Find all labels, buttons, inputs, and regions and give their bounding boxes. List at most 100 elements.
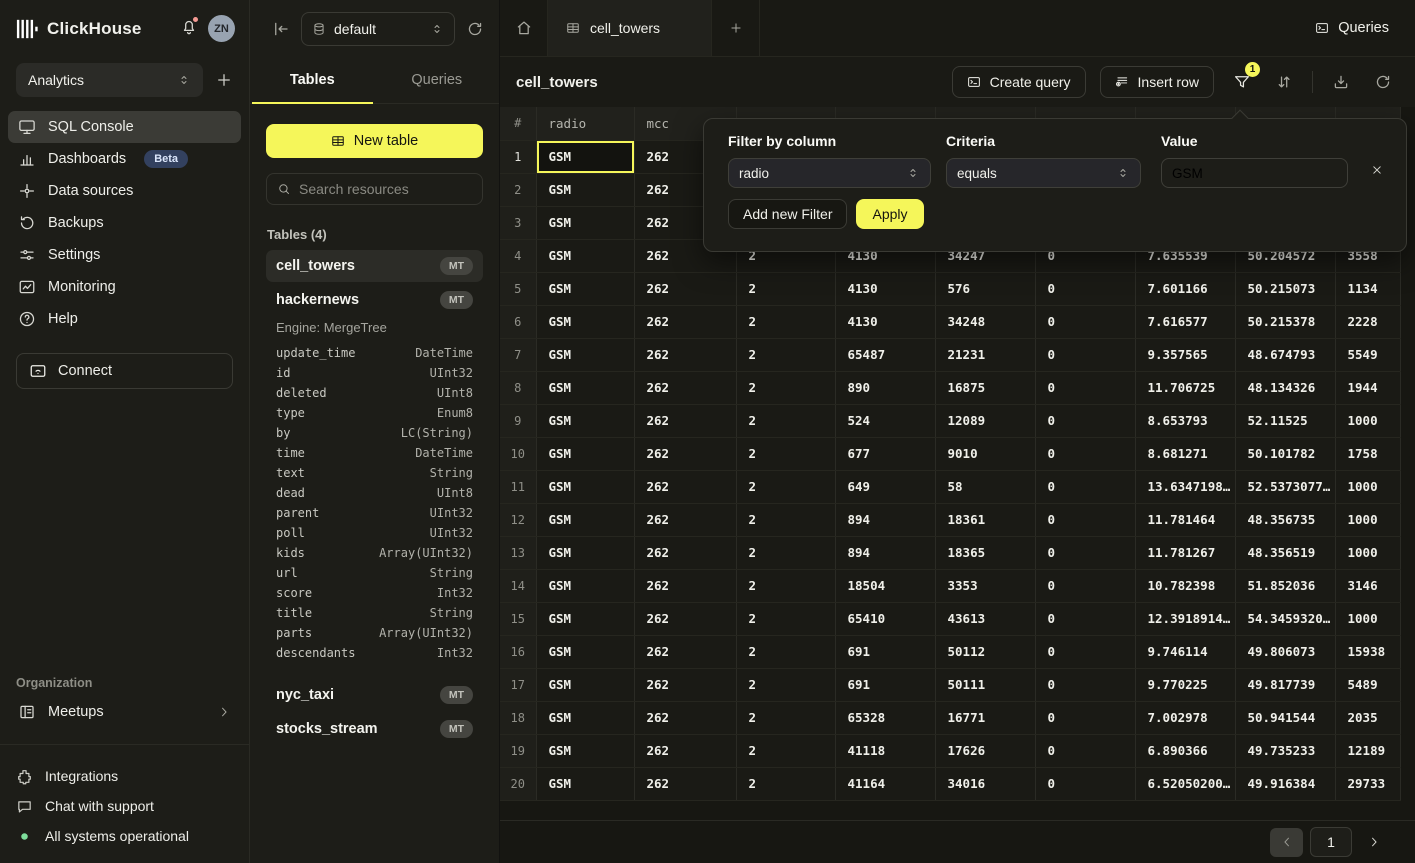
- table-item-stocks-stream[interactable]: stocks_stream MT: [266, 713, 483, 745]
- table-cell[interactable]: 16771: [935, 701, 1035, 734]
- table-cell[interactable]: 0: [1035, 734, 1135, 767]
- sidebar-item-dashboards[interactable]: DashboardsBeta: [8, 143, 241, 175]
- table-cell[interactable]: GSM: [536, 767, 634, 800]
- table-cell[interactable]: 894: [835, 536, 935, 569]
- remove-filter-button[interactable]: [1370, 163, 1384, 180]
- table-cell[interactable]: 3146: [1335, 569, 1400, 602]
- next-page-button[interactable]: [1359, 828, 1389, 857]
- table-cell[interactable]: 2: [736, 701, 835, 734]
- table-cell[interactable]: GSM: [536, 602, 634, 635]
- table-cell[interactable]: 65410: [835, 602, 935, 635]
- table-cell[interactable]: 0: [1035, 371, 1135, 404]
- tab-tables[interactable]: Tables: [250, 57, 375, 103]
- table-cell[interactable]: GSM: [536, 470, 634, 503]
- table-cell[interactable]: 4130: [835, 305, 935, 338]
- table-cell[interactable]: 0: [1035, 305, 1135, 338]
- table-cell[interactable]: GSM: [536, 206, 634, 239]
- filter-column-select[interactable]: radio: [728, 158, 931, 188]
- table-cell[interactable]: 576: [935, 272, 1035, 305]
- table-cell[interactable]: 4130: [835, 272, 935, 305]
- table-cell[interactable]: GSM: [536, 338, 634, 371]
- table-cell[interactable]: 50.215073: [1235, 272, 1335, 305]
- apply-filter-button[interactable]: Apply: [856, 199, 923, 229]
- table-cell[interactable]: 262: [634, 272, 736, 305]
- table-cell[interactable]: 0: [1035, 602, 1135, 635]
- table-cell[interactable]: 18361: [935, 503, 1035, 536]
- table-cell[interactable]: 677: [835, 437, 935, 470]
- table-cell[interactable]: 262: [634, 536, 736, 569]
- table-cell[interactable]: 894: [835, 503, 935, 536]
- table-cell[interactable]: 1134: [1335, 272, 1400, 305]
- sidebar-link-integrations[interactable]: Integrations: [0, 761, 249, 791]
- table-cell[interactable]: 0: [1035, 701, 1135, 734]
- table-cell[interactable]: 2: [736, 602, 835, 635]
- download-button[interactable]: [1327, 68, 1355, 96]
- table-cell[interactable]: 1758: [1335, 437, 1400, 470]
- table-cell[interactable]: 18365: [935, 536, 1035, 569]
- table-cell[interactable]: 0: [1035, 503, 1135, 536]
- table-cell[interactable]: 10.782398: [1135, 569, 1235, 602]
- table-cell[interactable]: GSM: [536, 536, 634, 569]
- table-cell[interactable]: 11.781267: [1135, 536, 1235, 569]
- table-cell[interactable]: 1000: [1335, 536, 1400, 569]
- table-cell[interactable]: GSM: [536, 239, 634, 272]
- table-cell[interactable]: 262: [634, 767, 736, 800]
- table-cell[interactable]: 48.356519: [1235, 536, 1335, 569]
- current-page[interactable]: 1: [1310, 827, 1352, 857]
- table-cell[interactable]: 2: [736, 767, 835, 800]
- table-cell[interactable]: 13.6347198…: [1135, 470, 1235, 503]
- queries-button[interactable]: Queries: [1315, 0, 1389, 56]
- table-cell[interactable]: 9.770225: [1135, 668, 1235, 701]
- table-cell[interactable]: 262: [634, 734, 736, 767]
- table-cell[interactable]: 1000: [1335, 503, 1400, 536]
- sidebar-item-meetups[interactable]: Meetups: [8, 696, 241, 728]
- table-cell[interactable]: 6.890366: [1135, 734, 1235, 767]
- table-cell[interactable]: 34248: [935, 305, 1035, 338]
- add-service-button[interactable]: [215, 71, 233, 89]
- table-cell[interactable]: GSM: [536, 173, 634, 206]
- table-cell[interactable]: 0: [1035, 569, 1135, 602]
- table-cell[interactable]: 9.357565: [1135, 338, 1235, 371]
- table-cell[interactable]: 50111: [935, 668, 1035, 701]
- table-cell[interactable]: 50.215378: [1235, 305, 1335, 338]
- sort-button[interactable]: [1270, 68, 1298, 96]
- connect-button[interactable]: Connect: [16, 353, 233, 389]
- sidebar-item-data-sources[interactable]: Data sources: [8, 175, 241, 207]
- table-cell[interactable]: 7.616577: [1135, 305, 1235, 338]
- table-cell[interactable]: 691: [835, 635, 935, 668]
- table-cell[interactable]: 12089: [935, 404, 1035, 437]
- home-tab[interactable]: [500, 0, 548, 56]
- sidebar-item-help[interactable]: Help: [8, 303, 241, 335]
- table-cell[interactable]: 524: [835, 404, 935, 437]
- table-cell[interactable]: 41164: [835, 767, 935, 800]
- table-cell[interactable]: 51.852036: [1235, 569, 1335, 602]
- table-cell[interactable]: 262: [634, 338, 736, 371]
- table-cell[interactable]: 52.11525: [1235, 404, 1335, 437]
- table-cell[interactable]: 262: [634, 701, 736, 734]
- table-cell[interactable]: 58: [935, 470, 1035, 503]
- table-cell[interactable]: 52.5373077…: [1235, 470, 1335, 503]
- table-cell[interactable]: 9.746114: [1135, 635, 1235, 668]
- table-cell[interactable]: 262: [634, 404, 736, 437]
- table-cell[interactable]: 262: [634, 602, 736, 635]
- table-item-cell-towers[interactable]: cell_towers MT: [266, 250, 483, 282]
- table-cell[interactable]: 21231: [935, 338, 1035, 371]
- table-cell[interactable]: 2: [736, 305, 835, 338]
- table-cell[interactable]: 12.3918914…: [1135, 602, 1235, 635]
- table-cell[interactable]: 48.134326: [1235, 371, 1335, 404]
- table-cell[interactable]: 2: [736, 404, 835, 437]
- new-tab-button[interactable]: [712, 0, 760, 56]
- filter-button[interactable]: 1: [1228, 68, 1256, 96]
- filter-criteria-select[interactable]: equals: [946, 158, 1141, 188]
- table-cell[interactable]: 50.101782: [1235, 437, 1335, 470]
- table-cell[interactable]: GSM: [536, 404, 634, 437]
- table-cell[interactable]: 0: [1035, 404, 1135, 437]
- table-cell[interactable]: 17626: [935, 734, 1035, 767]
- table-cell[interactable]: 262: [634, 470, 736, 503]
- refresh-table-button[interactable]: [1369, 68, 1397, 96]
- new-table-button[interactable]: New table: [266, 124, 483, 158]
- table-cell[interactable]: 1000: [1335, 470, 1400, 503]
- table-cell[interactable]: 2: [736, 635, 835, 668]
- table-cell[interactable]: 2228: [1335, 305, 1400, 338]
- notifications-button[interactable]: [180, 18, 198, 39]
